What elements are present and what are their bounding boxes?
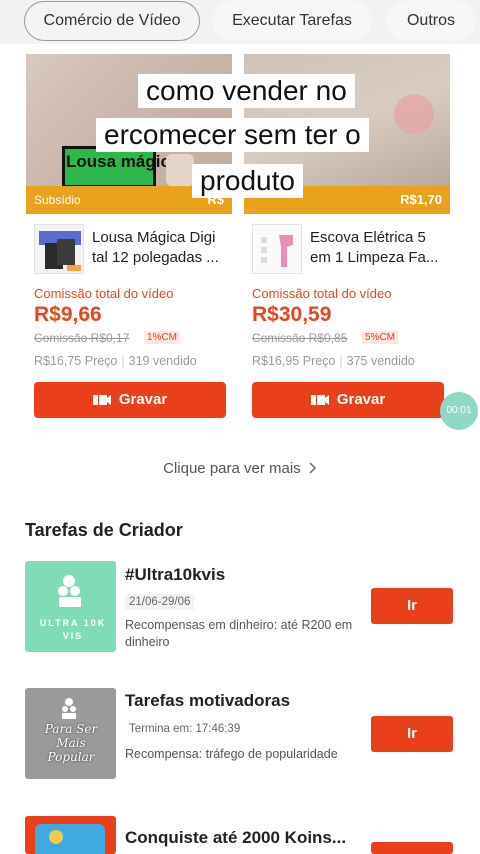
task-thumbnail[interactable]: ULTRA 10K VIS <box>25 561 116 652</box>
see-more-link[interactable]: Clique para ver mais <box>0 460 480 478</box>
task-thumbnail-caption: Para Ser Mais Popular <box>44 722 98 764</box>
record-button[interactable]: Gravar <box>34 382 226 418</box>
task-date: 21/06-29/06 <box>125 594 195 610</box>
record-button-label: Gravar <box>336 391 386 408</box>
commission-label: Comissão total do vídeo <box>252 286 392 301</box>
product-card[interactable]: R$1,70 Escova Elétrica 5 em 1 Limpeza Fa… <box>244 54 450 430</box>
task-title[interactable]: #Ultra10kvis <box>125 565 225 585</box>
task-thumbnail[interactable] <box>25 816 116 854</box>
caption-line-3: produto <box>192 164 303 198</box>
tab-comercio-de-video[interactable]: Comércio de Vídeo <box>24 1 200 41</box>
task-thumbnail[interactable]: Para Ser Mais Popular <box>25 688 116 779</box>
subsidy-value: R$1,70 <box>400 192 442 207</box>
commission-value: R$30,59 <box>252 303 332 326</box>
task-reward: Recompensas em dinheiro: até R200 em din… <box>125 618 353 649</box>
video-camera-icon <box>310 384 329 420</box>
task-deadline: Termina em: 17:46:39 <box>125 721 245 737</box>
record-button-label: Gravar <box>118 391 168 408</box>
product-thumbnail <box>252 224 302 274</box>
product-price: R$16,95 Preço <box>252 354 336 368</box>
go-button[interactable]: Ir <box>371 588 453 624</box>
commission-rate-badge: 1%CM <box>144 331 181 344</box>
tab-executar-tarefas[interactable]: Executar Tarefas <box>212 1 372 41</box>
category-tabs: Comércio de Vídeo Executar Tarefas Outro… <box>0 0 480 44</box>
caption-line-2: ercomecer sem ter o <box>96 118 369 152</box>
sold-count: 319 vendido <box>128 354 197 368</box>
see-more-label: Clique para ver mais <box>163 460 301 477</box>
section-title: Tarefas de Criador <box>25 520 183 540</box>
thumb-caption: Lousa mágica <box>66 152 180 171</box>
product-meta: R$16,95 Preço | 375 vendido <box>252 354 415 368</box>
product-meta: R$16,75 Preço | 319 vendido <box>34 354 197 368</box>
old-commission: Comissão R$0,85 <box>252 331 348 345</box>
go-button[interactable]: Ir <box>371 716 453 752</box>
task-title[interactable]: Tarefas motivadoras <box>125 691 290 711</box>
task-thumbnail-caption: ULTRA 10K VIS <box>39 618 107 641</box>
task-reward: Recompensa: tráfego de popularidade <box>125 747 338 761</box>
sold-count: 375 vendido <box>346 354 415 368</box>
product-price: R$16,75 Preço <box>34 354 118 368</box>
product-title[interactable]: Lousa Mágica Digi tal 12 polegadas ... <box>92 228 228 268</box>
video-camera-icon <box>92 384 111 420</box>
chevron-right-icon <box>309 461 317 478</box>
commission-value: R$9,66 <box>34 303 102 326</box>
tab-outros[interactable]: Outros <box>386 1 476 41</box>
caption-line-1: como vender no <box>138 74 355 108</box>
commission-label: Comissão total do vídeo <box>34 286 174 301</box>
commission-rate-badge: 5%CM <box>362 331 399 344</box>
old-commission: Comissão R$0,17 <box>34 331 130 345</box>
product-card[interactable]: Lousa mágica Subsídio R$ Lousa Mágica Di… <box>26 54 232 430</box>
product-thumbnail <box>34 224 84 274</box>
product-title[interactable]: Escova Elétrica 5 em 1 Limpeza Fa... <box>310 228 446 268</box>
floating-timer-bubble[interactable]: 00:01 <box>440 392 478 430</box>
record-button[interactable]: Gravar <box>252 382 444 418</box>
subsidy-label: Subsídio <box>34 193 81 207</box>
go-button[interactable] <box>371 842 453 854</box>
task-title[interactable]: Conquiste até 2000 Koins... <box>125 828 346 848</box>
